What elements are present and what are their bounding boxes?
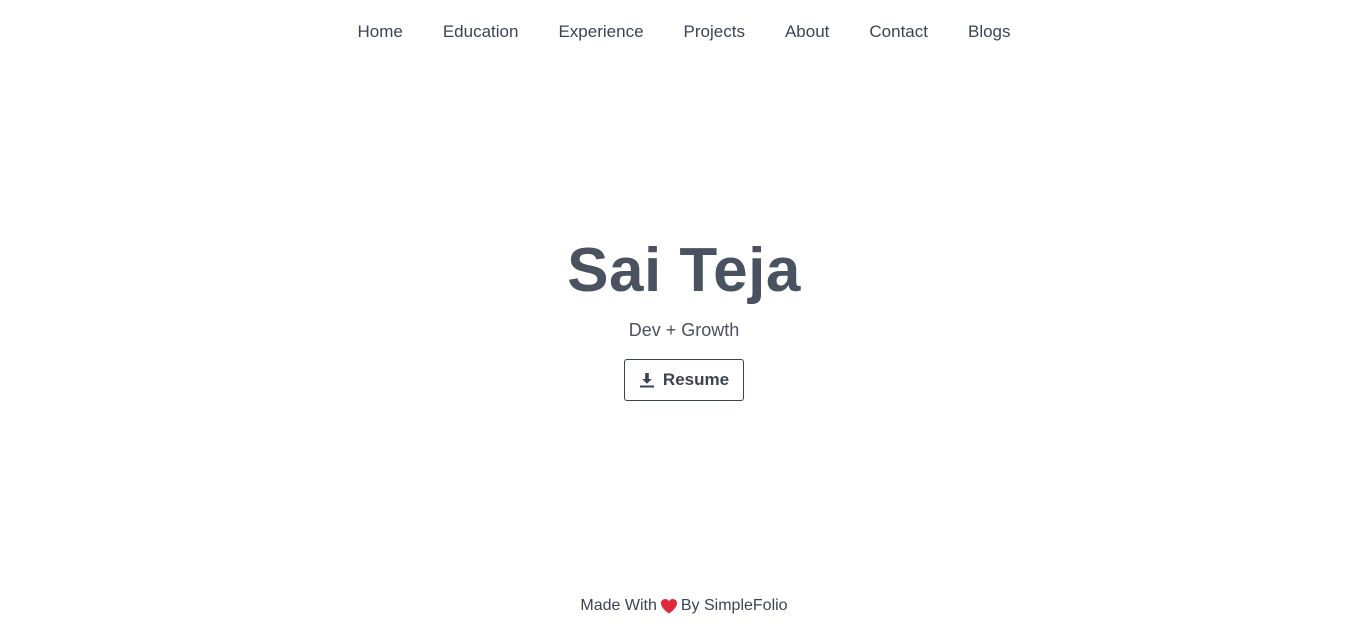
hero-section: Sai Teja Dev + Growth Resume: [0, 232, 1368, 401]
nav-link-blogs[interactable]: Blogs: [968, 16, 1011, 48]
nav-link-education[interactable]: Education: [443, 16, 519, 48]
heart-icon: [660, 599, 677, 614]
nav-link-experience[interactable]: Experience: [558, 16, 643, 48]
resume-button[interactable]: Resume: [624, 359, 744, 401]
top-navigation: Home Education Experience Projects About…: [0, 16, 1368, 48]
hero-name: Sai Teja: [567, 236, 801, 305]
footer: Made With By SimpleFolio: [0, 594, 1368, 618]
resume-label: Resume: [662, 370, 730, 389]
footer-prefix: Made With: [580, 597, 657, 614]
nav-link-about[interactable]: About: [785, 16, 829, 48]
nav-link-home[interactable]: Home: [357, 16, 402, 48]
nav-link-contact[interactable]: Contact: [869, 16, 928, 48]
hero-tagline: Dev + Growth: [628, 320, 740, 340]
nav-link-projects[interactable]: Projects: [684, 16, 745, 48]
download-icon: [639, 373, 654, 388]
footer-suffix: By SimpleFolio: [680, 597, 788, 614]
